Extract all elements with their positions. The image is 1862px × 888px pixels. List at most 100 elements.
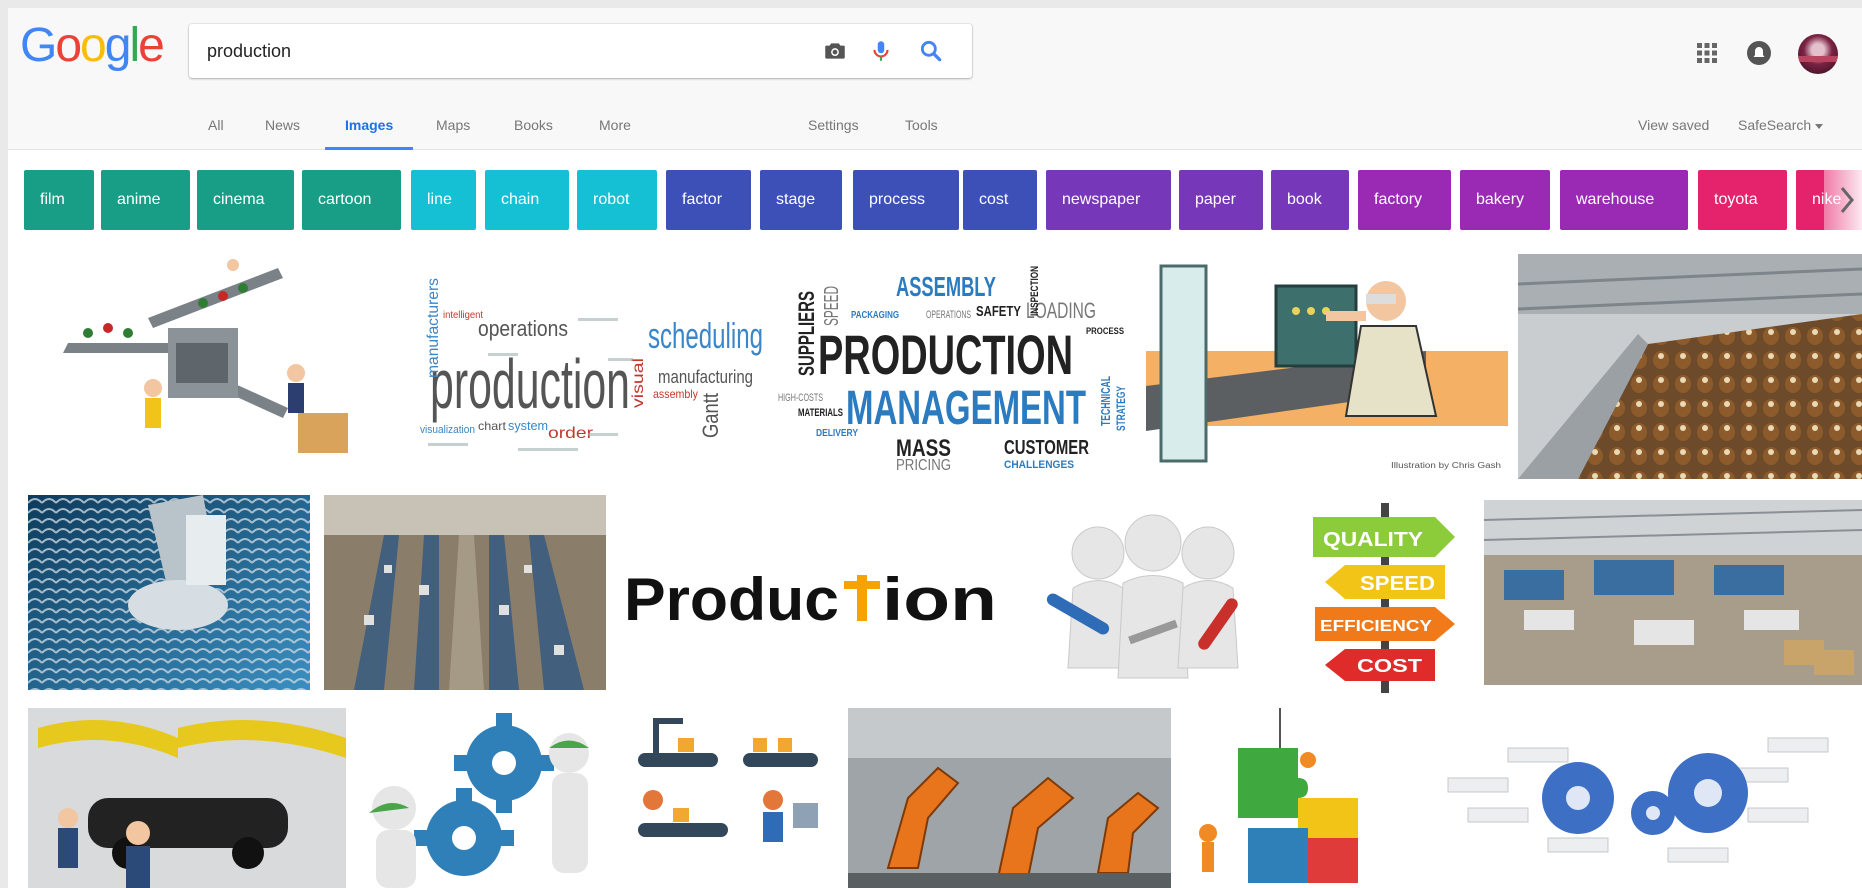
wc-word: system bbox=[508, 418, 548, 433]
tab-news[interactable]: News bbox=[265, 100, 300, 150]
sign-text: COST bbox=[1357, 656, 1422, 676]
wc-word: CUSTOMER bbox=[1004, 437, 1089, 459]
browser-page: Google production All News Images Maps B… bbox=[8, 8, 1862, 888]
caret-down-icon bbox=[1815, 123, 1824, 129]
chip-chain[interactable]: chain bbox=[485, 170, 569, 230]
tools-link[interactable]: Tools bbox=[905, 100, 938, 150]
production-logo-image: Produc ion bbox=[619, 495, 1019, 690]
chip-film[interactable]: film bbox=[24, 170, 94, 230]
image-result-factory-floor[interactable] bbox=[324, 495, 606, 690]
chip-bakery[interactable]: bakery bbox=[1460, 170, 1550, 230]
wc-word: PROCESS bbox=[1086, 326, 1124, 336]
wc-word: manufacturers bbox=[425, 278, 442, 378]
puzzle-illustration bbox=[1188, 708, 1388, 888]
chip-stage[interactable]: stage bbox=[760, 170, 842, 230]
safesearch-label: SafeSearch bbox=[1738, 117, 1812, 133]
logo-letter: e bbox=[138, 19, 165, 72]
chip-robot[interactable]: robot bbox=[577, 170, 657, 230]
apps-grid-icon[interactable] bbox=[1696, 42, 1718, 64]
chip-line[interactable]: line bbox=[411, 170, 476, 230]
tab-more[interactable]: More bbox=[599, 100, 631, 150]
wc-word: visual bbox=[630, 358, 647, 408]
wc-word: order bbox=[548, 425, 594, 442]
image-result-car-assembly[interactable] bbox=[28, 708, 346, 888]
image-result-assembly-hall[interactable] bbox=[1484, 500, 1862, 685]
chip-book[interactable]: book bbox=[1271, 170, 1349, 230]
chip-process[interactable]: process bbox=[853, 170, 959, 230]
image-result-quality-signpost[interactable]: QUALITY SPEED EFFICIENCY COST bbox=[1305, 503, 1465, 693]
image-result-wordcloud-production[interactable]: production scheduling operations manufac… bbox=[408, 258, 763, 463]
chip-anime[interactable]: anime bbox=[101, 170, 190, 230]
image-result-worker-control-panel[interactable]: Illustration by Chris Gash bbox=[1146, 256, 1508, 474]
car-assembly-photo bbox=[28, 708, 346, 888]
image-result-production-logo[interactable]: Produc ion bbox=[619, 495, 1019, 690]
conveyor-illustration bbox=[28, 248, 368, 473]
logo-letter: o bbox=[80, 19, 107, 72]
logo-text: Produc bbox=[624, 566, 839, 633]
sign-text: QUALITY bbox=[1323, 529, 1424, 551]
bottles-photo bbox=[1518, 254, 1862, 479]
chip-cinema[interactable]: cinema bbox=[197, 170, 294, 230]
chip-cartoon[interactable]: cartoon bbox=[302, 170, 401, 230]
robots-photo bbox=[848, 708, 1171, 888]
wc-word: PACKAGING bbox=[851, 310, 899, 321]
image-result-bottles-conveyor[interactable] bbox=[1518, 254, 1862, 479]
worker-illustration: Illustration by Chris Gash bbox=[1146, 256, 1508, 474]
chips-next-button[interactable] bbox=[1824, 170, 1862, 230]
wc-word: ASSEMBLY bbox=[896, 271, 996, 302]
google-logo[interactable]: Google bbox=[20, 19, 165, 72]
safesearch-dropdown[interactable]: SafeSearch bbox=[1738, 100, 1824, 150]
search-input[interactable] bbox=[207, 24, 767, 78]
wordcloud-image: ASSEMBLY SAFETY LOADING PRODUCTION SUPPL… bbox=[776, 256, 1131, 471]
image-result-robots[interactable] bbox=[848, 708, 1171, 888]
chip-warehouse[interactable]: warehouse bbox=[1560, 170, 1688, 230]
avatar[interactable] bbox=[1798, 34, 1838, 74]
image-result-puzzle[interactable] bbox=[1188, 708, 1388, 888]
wc-word: production bbox=[430, 345, 630, 423]
wc-word: STRATEGY bbox=[1114, 386, 1128, 431]
wc-word: chart bbox=[478, 419, 507, 433]
notifications-icon[interactable] bbox=[1746, 40, 1772, 66]
wc-word: PRICING bbox=[896, 457, 951, 471]
mic-icon[interactable] bbox=[868, 38, 894, 64]
tab-maps[interactable]: Maps bbox=[436, 100, 470, 150]
chip-factory[interactable]: factory bbox=[1358, 170, 1451, 230]
chevron-right-icon bbox=[1840, 187, 1854, 213]
chip-toyota[interactable]: toyota bbox=[1698, 170, 1787, 230]
image-result-gears-flowchart[interactable] bbox=[1408, 708, 1862, 888]
image-result-machining[interactable] bbox=[28, 495, 310, 690]
settings-link[interactable]: Settings bbox=[808, 100, 859, 150]
view-saved-link[interactable]: View saved bbox=[1638, 100, 1709, 150]
camera-icon[interactable] bbox=[822, 38, 848, 64]
wc-word: DELIVERY bbox=[816, 428, 858, 439]
wc-word: manufacturing bbox=[658, 367, 753, 387]
image-result-wordcloud-management[interactable]: ASSEMBLY SAFETY LOADING PRODUCTION SUPPL… bbox=[776, 256, 1131, 471]
tab-images[interactable]: Images bbox=[324, 100, 414, 150]
header: Google production All News Images Maps B… bbox=[8, 8, 1862, 150]
image-result-3d-people-tools[interactable] bbox=[1023, 498, 1278, 690]
sign-text: EFFICIENCY bbox=[1320, 618, 1432, 635]
chip-factor[interactable]: factor bbox=[666, 170, 751, 230]
search-tabs: All News Images Maps Books More Settings… bbox=[8, 100, 1862, 150]
signpost-illustration: QUALITY SPEED EFFICIENCY COST bbox=[1305, 503, 1465, 693]
search-icon[interactable] bbox=[918, 38, 944, 64]
tab-books[interactable]: Books bbox=[514, 100, 553, 150]
chip-paper[interactable]: paper bbox=[1179, 170, 1263, 230]
wc-word: HIGH-COSTS bbox=[778, 392, 823, 404]
gears-people-illustration bbox=[364, 708, 609, 888]
search-box[interactable] bbox=[189, 24, 972, 78]
logo-letter: g bbox=[104, 19, 132, 72]
machining-photo bbox=[28, 495, 310, 690]
sign-text: SPEED bbox=[1360, 573, 1435, 595]
factory-floor-photo bbox=[324, 495, 606, 690]
chip-newspaper[interactable]: newspaper bbox=[1046, 170, 1171, 230]
image-result-conveyor-icons[interactable] bbox=[623, 708, 833, 888]
wc-word: CHALLENGES bbox=[1004, 459, 1074, 471]
tab-all[interactable]: All bbox=[208, 100, 224, 150]
logo-letter: o bbox=[55, 19, 82, 72]
chip-cost[interactable]: cost bbox=[963, 170, 1037, 230]
image-result-conveyor-illustration[interactable] bbox=[28, 248, 368, 473]
image-result-gears-people[interactable] bbox=[364, 708, 609, 888]
wc-word: visualization bbox=[420, 424, 475, 436]
logo-letter: G bbox=[20, 19, 57, 72]
